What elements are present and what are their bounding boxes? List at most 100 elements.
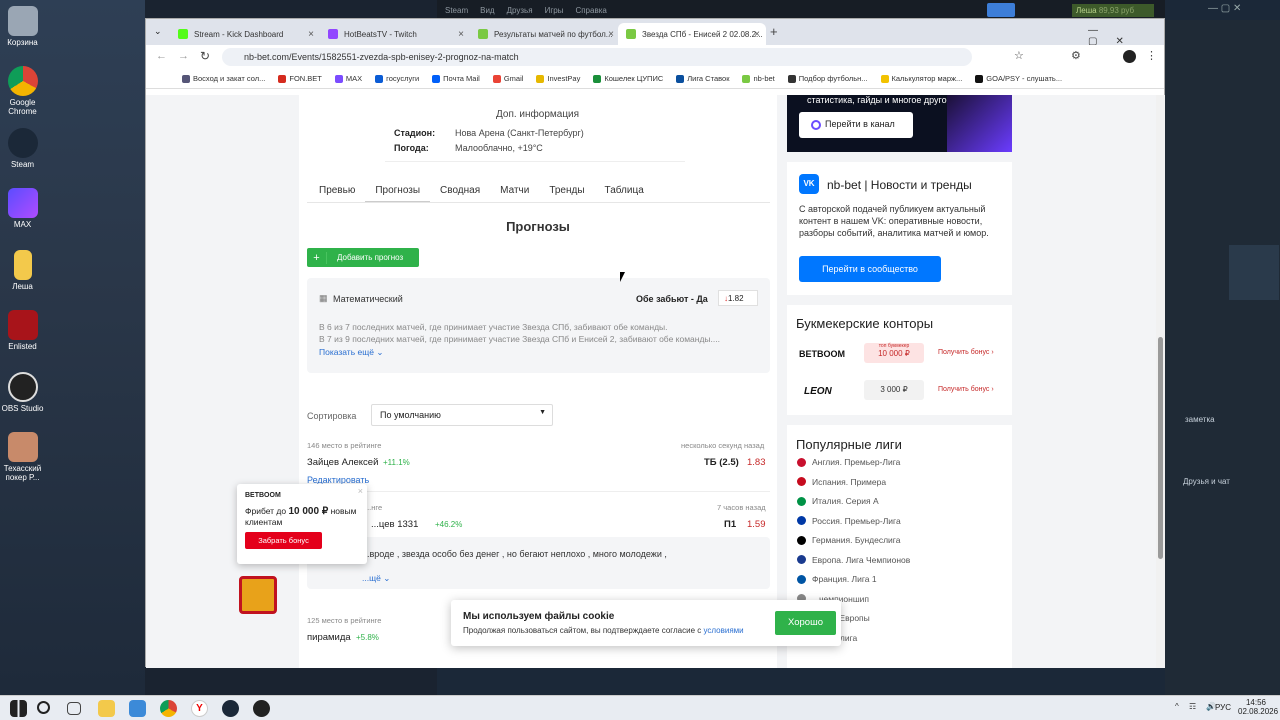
bookmark[interactable]: Подбор футбольн... (787, 74, 868, 83)
leon-logo[interactable]: LEON (804, 386, 832, 397)
tab-kick[interactable]: Stream - Kick Dashboard × (170, 23, 320, 45)
steam-menu-friends[interactable]: Друзья (507, 6, 533, 15)
tab-preview[interactable]: Превью (309, 181, 365, 203)
steam-taskbar-icon[interactable] (222, 700, 239, 717)
url-input[interactable]: nb-bet.com/Events/1582551-zvezda-spb-eni… (222, 48, 972, 66)
get-bonus-link[interactable]: Получить бонус › (938, 349, 994, 356)
author-name[interactable]: ...цев 1331 (371, 519, 418, 530)
reload-icon[interactable]: ↻ (200, 49, 210, 63)
page-scrollbar[interactable] (1156, 95, 1165, 668)
info-title: Доп. информация (496, 109, 580, 120)
go-to-community-button[interactable]: Перейти в сообщество (799, 256, 941, 282)
tab-match-active[interactable]: Звезда СПб - Енисей 2 02.08.2... × (618, 23, 766, 45)
window-controls[interactable]: —▢✕ (1088, 25, 1164, 47)
poker-icon[interactable]: Техасский покер Р... (0, 432, 45, 482)
tab-summary[interactable]: Сводная (430, 181, 490, 203)
author-name[interactable]: Зайцев Алексей (307, 457, 378, 468)
obs-taskbar-icon[interactable] (253, 700, 270, 717)
menu-icon[interactable]: ⋮ (1146, 49, 1157, 62)
league-item[interactable]: Германия. Бундеслига (797, 535, 900, 545)
sort-select[interactable]: По умолчанию ▼ (371, 404, 553, 426)
language-indicator[interactable]: РУС (1215, 703, 1231, 712)
steam-friends-label[interactable]: Друзья и чат (1183, 477, 1230, 486)
tab-twitch[interactable]: HotBeatsTV - Twitch × (320, 23, 470, 45)
new-tab-icon[interactable]: + (770, 24, 778, 39)
author-name[interactable]: пирамида (307, 632, 351, 643)
chrome-desktop-icon[interactable]: Google Chrome (0, 66, 45, 116)
bookmark[interactable]: FON.BET (278, 74, 322, 83)
cookie-ok-button[interactable]: Хорошо (775, 611, 836, 635)
league-item[interactable]: Франция. Лига 1 (797, 574, 877, 584)
gift-icon[interactable] (239, 576, 277, 614)
bookmark[interactable]: Восход и закат сол... (182, 74, 265, 83)
go-to-channel-button[interactable]: Перейти в канал (799, 112, 913, 138)
bookmark[interactable]: MAX (334, 74, 362, 83)
profile-avatar[interactable] (1123, 50, 1136, 63)
steam-menu-steam[interactable]: Steam (445, 6, 468, 15)
terms-link[interactable]: условиями (704, 626, 744, 635)
tab-table[interactable]: Таблица (595, 181, 654, 203)
tab-forecasts[interactable]: Прогнозы (365, 181, 431, 203)
flag-icon (797, 477, 806, 486)
bookmark-icon (375, 74, 384, 83)
league-item[interactable]: Испания. Примера (797, 477, 886, 487)
extensions-icon[interactable]: ⚙ (1071, 49, 1081, 62)
calculator-app-icon[interactable] (129, 700, 146, 717)
league-item[interactable]: Италия. Серия А (797, 496, 879, 506)
explorer-icon[interactable] (98, 700, 115, 717)
close-tab-icon[interactable]: × (754, 29, 760, 40)
yandex-icon[interactable]: Y (191, 700, 208, 717)
get-bonus-link[interactable]: Получить бонус › (938, 386, 994, 393)
recycle-bin-icon[interactable]: Корзина (0, 6, 45, 47)
steam-menu-view[interactable]: Вид (480, 6, 494, 15)
close-tab-icon[interactable]: × (458, 29, 464, 40)
close-icon[interactable]: × (358, 486, 363, 496)
search-icon[interactable] (37, 701, 50, 714)
clock[interactable]: 14:56 02.08.2026 (1238, 698, 1278, 716)
start-icon[interactable] (10, 700, 27, 717)
tab-results[interactable]: Результаты матчей по футбол... × (470, 23, 620, 45)
steam-user-badge[interactable]: Леша 89,93 руб (1072, 4, 1154, 17)
bookmark[interactable]: InvestPay (536, 74, 580, 83)
steam-desktop-icon[interactable]: Steam (0, 128, 45, 169)
obs-icon[interactable]: OBS Studio (0, 372, 45, 413)
max-desktop-icon[interactable]: MAX (0, 188, 45, 229)
tab-search-icon[interactable]: ⌄ (154, 26, 162, 37)
show-more-link[interactable]: ...щё ⌄ (362, 573, 390, 584)
get-bonus-button[interactable]: Забрать бонус (245, 532, 322, 549)
bookmark[interactable]: Кошелек ЦУПИС (593, 74, 663, 83)
steam-menu-help[interactable]: Справка (575, 6, 606, 15)
forward-icon[interactable]: → (178, 50, 189, 62)
add-forecast-button[interactable]: + Добавить прогноз (307, 248, 419, 267)
chrome-taskbar-icon[interactable] (160, 700, 177, 717)
task-view-icon[interactable] (67, 702, 81, 715)
star-icon[interactable]: ☆ (1014, 49, 1024, 62)
folder-icon[interactable]: Леша (0, 250, 45, 291)
league-item[interactable]: Европа. Лига Чемпионов (797, 555, 910, 565)
bookmark[interactable]: госуслуги (375, 74, 419, 83)
back-icon[interactable]: ← (156, 50, 167, 62)
bookmark[interactable]: Почта Mail (432, 74, 480, 83)
close-tab-icon[interactable]: × (308, 29, 314, 40)
tray-icons[interactable]: ^ ☶ 🔊 (1175, 702, 1220, 711)
bookmarks-bar: Восход и закат сол... FON.BET MAX госусл… (146, 69, 1164, 89)
bookmark[interactable]: Калькулятор марж... (880, 74, 962, 83)
bookmark[interactable]: nb-bet (742, 74, 775, 83)
steam-window-controls[interactable]: — ▢ ✕ (1208, 3, 1241, 14)
betboom-logo[interactable]: BETBOOM (799, 349, 845, 359)
league-item[interactable]: Англия. Премьер-Лига (797, 457, 900, 467)
tab-trends[interactable]: Тренды (539, 181, 594, 203)
close-tab-icon[interactable]: × (608, 29, 614, 40)
bookmark[interactable]: Gmail (492, 74, 523, 83)
bookmark[interactable]: Лига Ставок (676, 74, 729, 83)
tab-matches[interactable]: Матчи (490, 181, 539, 203)
league-item[interactable]: Россия. Премьер-Лига (797, 516, 901, 526)
scrollbar-thumb[interactable] (1158, 337, 1163, 559)
enlisted-icon[interactable]: Enlisted (0, 310, 45, 351)
bookmark[interactable]: GOA/PSY - слушать... (975, 74, 1062, 83)
steam-announce-button[interactable] (987, 3, 1015, 17)
steam-menu-games[interactable]: Игры (545, 6, 564, 15)
mouse-cursor-icon (620, 272, 625, 282)
stadium-value: Нова Арена (Санкт-Петербург) (455, 128, 584, 138)
show-more-link[interactable]: Показать ещё ⌄ (319, 347, 383, 358)
